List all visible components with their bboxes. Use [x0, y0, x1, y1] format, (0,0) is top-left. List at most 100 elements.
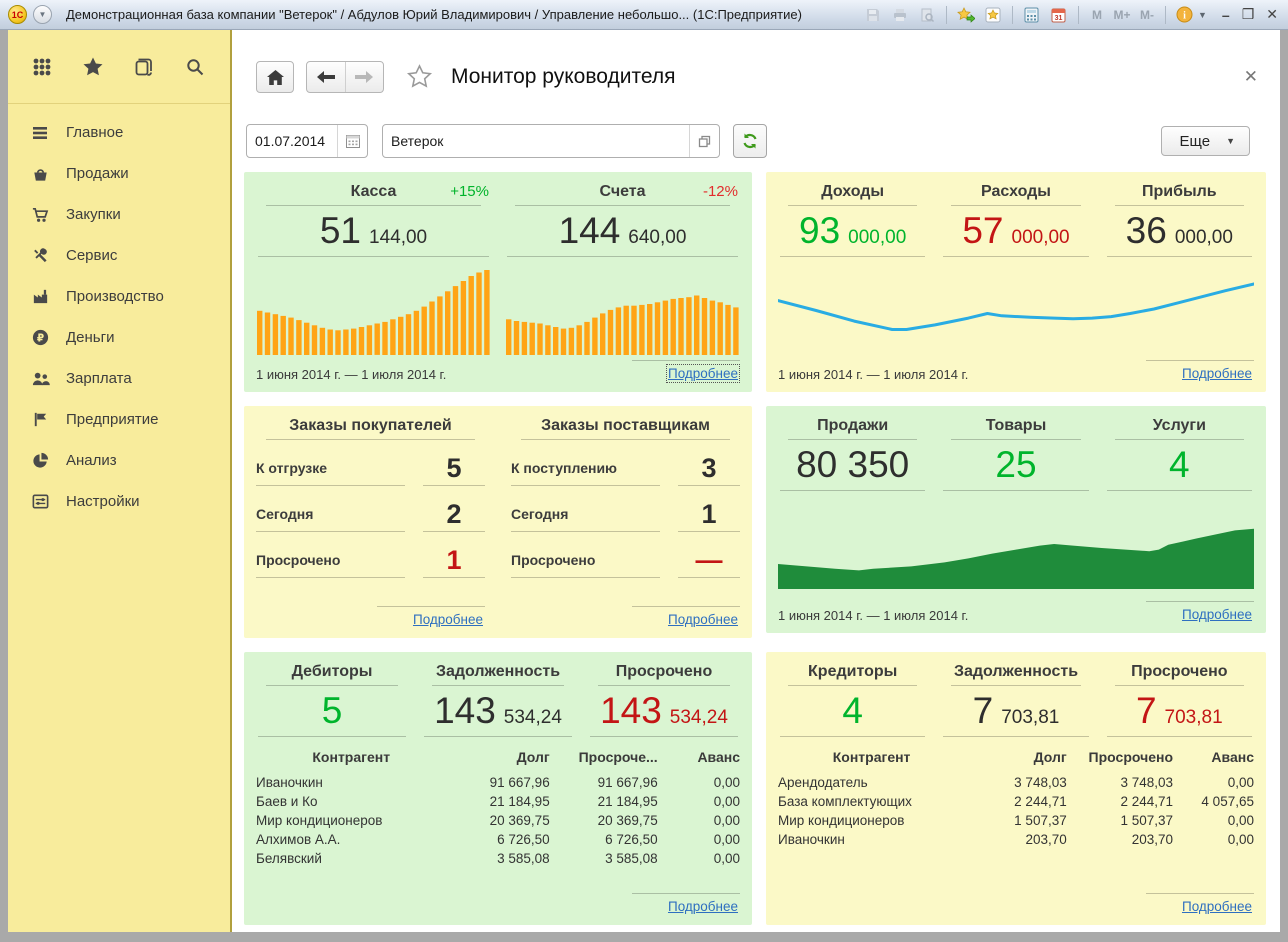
sidebar-menu: Главное Продажи Закупки Сервис	[8, 104, 230, 522]
favorite-star-icon[interactable]	[406, 64, 433, 90]
calculator-icon[interactable]	[1022, 5, 1042, 25]
sidebar-item-label: Анализ	[66, 452, 117, 469]
sidebar-item-main[interactable]: Главное	[8, 112, 230, 153]
stat-value-frac: 534,24	[670, 707, 728, 729]
forward-arrow-icon	[355, 71, 373, 83]
chevron-down-icon[interactable]: ▼	[1198, 10, 1207, 20]
date-input[interactable]	[247, 125, 337, 157]
details-link[interactable]: Подробнее	[668, 612, 738, 627]
column-header: Просроче...	[558, 749, 658, 765]
details-link[interactable]: Подробнее	[668, 899, 738, 914]
sidebar-item-sales[interactable]: Продажи	[8, 153, 230, 194]
back-button[interactable]	[307, 62, 346, 92]
table-row: База комплектующих2 244,712 244,714 057,…	[778, 792, 1254, 811]
filter-row: Еще ▼	[246, 124, 1280, 158]
table-row: Мир кондиционеров20 369,7520 369,750,00	[256, 811, 740, 830]
stat-title: Счета	[599, 183, 645, 200]
sidebar-panel-switcher	[8, 30, 230, 104]
svg-text:i: i	[1184, 11, 1187, 22]
column-header: Контрагент	[778, 749, 965, 765]
stat-value-int: 80 350	[796, 442, 909, 488]
favorites-icon[interactable]	[983, 5, 1003, 25]
stat-title: Услуги	[1153, 417, 1206, 434]
flag-icon	[30, 410, 50, 430]
history-nav-group	[306, 61, 384, 93]
stat-value-frac: 640,00	[628, 227, 686, 249]
company-input[interactable]	[383, 125, 689, 157]
column-header: Аванс	[1181, 749, 1254, 765]
sidebar-item-production[interactable]: Производство	[8, 276, 230, 317]
stat-title: Задолженность	[954, 663, 1078, 680]
system-menu-button[interactable]: ▼	[33, 5, 52, 24]
order-row: К поступлению 3	[511, 453, 740, 486]
home-button[interactable]	[256, 61, 294, 93]
cash-accounts-bar-chart	[505, 265, 740, 355]
stat-value-int: 36	[1126, 208, 1167, 254]
favorites-star-icon[interactable]	[81, 55, 105, 79]
sidebar-item-analysis[interactable]: Анализ	[8, 440, 230, 481]
sidebar-item-salary[interactable]: Зарплата	[8, 358, 230, 399]
sidebar-item-purchases[interactable]: Закупки	[8, 194, 230, 235]
save-icon[interactable]	[863, 5, 883, 25]
close-button[interactable]: ✕	[1266, 6, 1278, 23]
add-to-favorites-icon[interactable]	[956, 5, 976, 25]
app-logo-1c-icon: 1С	[8, 5, 27, 24]
goods-stat: Товары 25	[941, 416, 1090, 491]
history-icon[interactable]	[132, 55, 156, 79]
cart-icon	[30, 205, 50, 225]
details-link[interactable]: Подробнее	[1182, 899, 1252, 914]
chart-period: 1 июня 2014 г. — 1 июля 2014 г.	[778, 367, 968, 384]
sidebar-item-enterprise[interactable]: Предприятие	[8, 399, 230, 440]
sidebar: Главное Продажи Закупки Сервис	[8, 30, 232, 932]
home-icon	[267, 70, 284, 85]
order-row: Просрочено 1	[256, 545, 485, 578]
stat-value-frac: 144,00	[369, 227, 427, 249]
refresh-button[interactable]	[733, 124, 767, 158]
stat-value-frac: 000,00	[1175, 227, 1233, 249]
stat-value-int: 7	[1136, 688, 1157, 734]
order-row: Просрочено —	[511, 545, 740, 578]
forward-button[interactable]	[346, 62, 384, 92]
column-header: Долг	[454, 749, 549, 765]
table-row: Белявский3 585,083 585,080,00	[256, 849, 740, 868]
app-window: Главное Продажи Закупки Сервис	[8, 30, 1280, 932]
debtors-table: Контрагент Долг Просроче... Аванс Иваноч…	[256, 749, 740, 868]
window-title: Демонстрационная база компании "Ветерок"…	[66, 7, 802, 22]
search-icon[interactable]	[183, 55, 207, 79]
date-picker-icon[interactable]	[337, 125, 367, 157]
profit-stat: Прибыль 36 000,00	[1105, 182, 1254, 257]
choose-value-icon[interactable]	[689, 125, 719, 157]
close-page-icon[interactable]: ✕	[1244, 68, 1258, 85]
details-link[interactable]: Подробнее	[1182, 607, 1252, 622]
details-link[interactable]: Подробнее	[413, 612, 483, 627]
order-row: К отгрузке 5	[256, 453, 485, 486]
people-icon	[30, 369, 50, 389]
print-preview-icon[interactable]	[917, 5, 937, 25]
maximize-button[interactable]: ❒	[1242, 6, 1255, 23]
sidebar-item-money[interactable]: ₽ Деньги	[8, 317, 230, 358]
details-link[interactable]: Подробнее	[1182, 366, 1252, 381]
memory-subtract-button[interactable]: M-	[1138, 8, 1156, 22]
trend-badge: +15%	[450, 183, 489, 200]
sidebar-item-settings[interactable]: Настройки	[8, 481, 230, 522]
pie-chart-icon	[30, 451, 50, 471]
sidebar-item-service[interactable]: Сервис	[8, 235, 230, 276]
print-icon[interactable]	[890, 5, 910, 25]
calendar-icon[interactable]: 31	[1049, 5, 1069, 25]
memory-add-button[interactable]: M+	[1113, 8, 1131, 22]
minimize-button[interactable]: –	[1222, 7, 1230, 23]
info-icon[interactable]: i	[1175, 5, 1195, 25]
main-content: ✕ Монитор руководителя	[232, 30, 1280, 932]
chevron-down-icon: ▼	[1226, 136, 1235, 146]
stat-value-frac: 703,81	[1165, 707, 1223, 729]
window-titlebar: 1С ▼ Демонстрационная база компании "Вет…	[0, 0, 1288, 30]
refresh-icon	[741, 132, 759, 150]
stat-title: Кредиторы	[808, 663, 897, 680]
svg-text:₽: ₽	[36, 332, 43, 344]
sections-grid-icon[interactable]	[30, 55, 54, 79]
details-link[interactable]: Подробнее	[668, 366, 738, 381]
memory-recall-button[interactable]: M	[1088, 8, 1106, 22]
stat-value-int: 143	[600, 688, 662, 734]
stat-title: Задолженность	[436, 663, 560, 680]
more-button[interactable]: Еще ▼	[1161, 126, 1250, 156]
